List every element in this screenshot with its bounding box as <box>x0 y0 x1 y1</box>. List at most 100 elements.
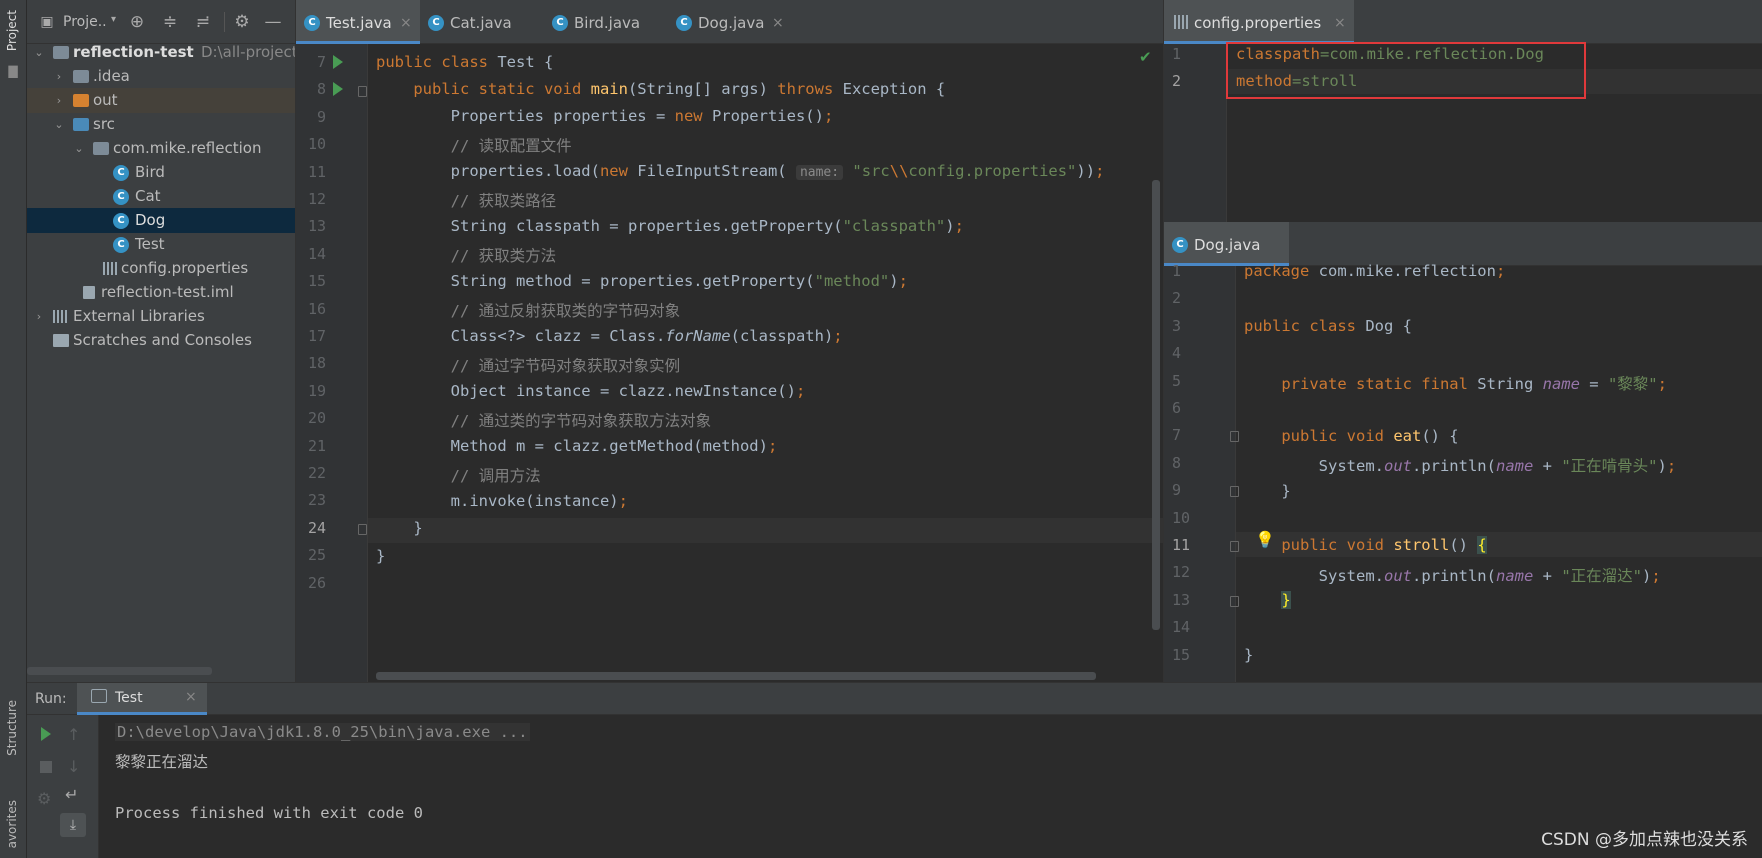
tree-item-module[interactable]: ⌄ reflection-test D:\all-project\ <box>27 40 302 65</box>
project-view-icon[interactable]: ▣ <box>37 12 57 32</box>
tab-config-properties[interactable]: config.properties × <box>1164 0 1354 44</box>
tree-item-label: reflection-test <box>73 43 194 61</box>
code-line[interactable]: String method = properties.getProperty("… <box>376 272 908 290</box>
console-command-line[interactable]: D:\develop\Java\jdk1.8.0_25\bin\java.exe… <box>115 723 530 741</box>
close-icon[interactable]: × <box>1334 0 1346 46</box>
code-line[interactable]: // 读取配置文件 <box>376 134 572 156</box>
vertical-scrollbar[interactable] <box>1152 180 1160 630</box>
scroll-to-end-icon[interactable]: ⤓ <box>60 813 86 837</box>
code-line[interactable]: public void stroll() { <box>1244 536 1487 554</box>
code-line[interactable]: public void eat() { <box>1244 427 1458 445</box>
fold-icon[interactable] <box>1230 431 1239 442</box>
tree-item-scratches[interactable]: Scratches and Consoles <box>27 328 295 353</box>
run-icon[interactable] <box>333 55 343 69</box>
chevron-right-icon[interactable]: › <box>53 64 65 89</box>
tree-item-bird[interactable]: C Bird <box>27 160 295 185</box>
tree-item-external-libraries[interactable]: › External Libraries <box>27 304 295 329</box>
code-line[interactable]: System.out.println(name + "正在溜达"); <box>1244 564 1661 586</box>
code-line[interactable]: properties.load(new FileInputStream( nam… <box>376 162 1104 180</box>
project-tool-tab[interactable]: Project <box>5 10 19 51</box>
close-icon[interactable]: × <box>772 0 784 46</box>
code-line[interactable]: System.out.println(name + "正在啃骨头"); <box>1244 454 1677 476</box>
chevron-right-icon[interactable]: › <box>53 88 65 113</box>
code-line[interactable]: Properties properties = new Properties()… <box>376 107 834 125</box>
code-line[interactable]: } <box>1244 482 1290 500</box>
collapse-all-icon[interactable]: ≓ <box>193 12 213 32</box>
tab-cat-java[interactable]: C Cat.java <box>420 0 544 44</box>
fold-icon[interactable] <box>1230 486 1239 497</box>
horizontal-scrollbar[interactable] <box>27 667 212 675</box>
chevron-down-icon[interactable]: ▾ <box>111 14 116 25</box>
tab-test-java[interactable]: C Test.java × <box>296 0 420 44</box>
fold-icon[interactable] <box>358 524 367 535</box>
favorites-tool-tab[interactable]: avorites <box>5 800 19 848</box>
chevron-down-icon[interactable]: ⌄ <box>33 40 45 65</box>
settings-icon[interactable]: ⚙ <box>37 789 51 808</box>
fold-icon[interactable] <box>1230 541 1239 552</box>
code-line[interactable]: // 通过反射获取类的字节码对象 <box>376 299 681 321</box>
line-number: 7 <box>316 53 326 71</box>
code-line[interactable]: // 获取类方法 <box>376 244 557 266</box>
tree-item-out[interactable]: › out <box>27 88 295 113</box>
arrow-down-icon[interactable]: ↓ <box>67 757 80 776</box>
tab-dog-java[interactable]: C Dog.java <box>1164 222 1289 266</box>
fold-icon[interactable] <box>1230 596 1239 607</box>
tree-item-src[interactable]: ⌄ src <box>27 112 295 137</box>
horizontal-scrollbar[interactable] <box>376 672 1096 680</box>
line-number: 25 <box>307 546 326 565</box>
class-icon: C <box>113 165 129 181</box>
code-line[interactable]: // 调用方法 <box>376 464 541 486</box>
hide-panel-icon[interactable]: — <box>263 12 283 32</box>
chevron-down-icon[interactable]: ⌄ <box>53 112 65 137</box>
run-tab-test[interactable]: Test × <box>77 683 207 715</box>
tab-bird-java[interactable]: C Bird.java <box>544 0 668 44</box>
excluded-folder-icon <box>73 94 89 107</box>
project-view-selector[interactable]: Proje.. <box>63 14 107 30</box>
close-icon[interactable]: × <box>400 0 412 46</box>
code-line[interactable]: // 通过类的字节码对象获取方法对象 <box>376 409 712 431</box>
code-line[interactable]: public class Test { <box>376 53 553 71</box>
tab-dog-java[interactable]: C Dog.java × <box>668 0 792 44</box>
line-number: 26 <box>307 573 326 592</box>
chevron-down-icon[interactable]: ⌄ <box>73 136 85 161</box>
code-line[interactable]: Object instance = clazz.newInstance(); <box>376 382 806 400</box>
tree-item-dog[interactable]: C Dog <box>27 208 295 233</box>
arrow-up-icon[interactable]: ↑ <box>67 725 80 744</box>
code-line[interactable]: Method m = clazz.getMethod(method); <box>376 437 778 455</box>
code-line[interactable]: } <box>376 519 422 537</box>
code-line[interactable]: m.invoke(instance); <box>376 492 628 510</box>
code-line[interactable]: public class Dog { <box>1244 317 1412 335</box>
code-line[interactable]: } <box>376 547 385 565</box>
locate-icon[interactable]: ⊕ <box>127 12 147 32</box>
class-icon: C <box>113 237 129 253</box>
tree-item-config[interactable]: config.properties <box>27 256 295 281</box>
code-line[interactable]: String classpath = properties.getPropert… <box>376 217 964 235</box>
gear-icon[interactable]: ⚙ <box>232 12 252 32</box>
tree-item-cat[interactable]: C Cat <box>27 184 295 209</box>
code-line[interactable]: private static final String name = "黎黎"; <box>1244 372 1667 394</box>
fold-icon[interactable] <box>358 86 367 97</box>
code-line[interactable]: Class<?> clazz = Class.forName(classpath… <box>376 327 843 345</box>
tree-item-package[interactable]: ⌄ com.mike.reflection <box>27 136 295 161</box>
soft-wrap-icon[interactable]: ↵ <box>65 785 78 804</box>
code-line[interactable]: } <box>1244 591 1291 609</box>
expand-all-icon[interactable]: ≑ <box>160 12 180 32</box>
tree-item-test[interactable]: C Test <box>27 232 295 257</box>
rerun-icon[interactable] <box>41 727 51 741</box>
code-line[interactable]: } <box>1244 646 1253 664</box>
line-number: 13 <box>307 217 326 236</box>
run-icon[interactable] <box>333 82 343 96</box>
line-number: 15 <box>307 272 326 291</box>
code-line[interactable]: // 通过字节码对象获取对象实例 <box>376 354 681 376</box>
code-line[interactable]: package com.mike.reflection; <box>1244 262 1505 280</box>
code-line[interactable]: // 获取类路径 <box>376 189 557 211</box>
close-icon[interactable]: × <box>185 689 197 705</box>
line-number: 9 <box>1172 481 1182 500</box>
structure-tool-tab[interactable]: Structure <box>5 700 19 756</box>
code-line[interactable]: public static void main(String[] args) t… <box>376 80 945 98</box>
tree-item-idea[interactable]: › .idea <box>27 64 295 89</box>
stop-icon[interactable] <box>40 761 52 773</box>
left-tool-strip: Project ▇ Structure avorites <box>0 0 27 858</box>
tree-item-iml[interactable]: reflection-test.iml <box>27 280 295 305</box>
chevron-right-icon[interactable]: › <box>33 304 45 329</box>
